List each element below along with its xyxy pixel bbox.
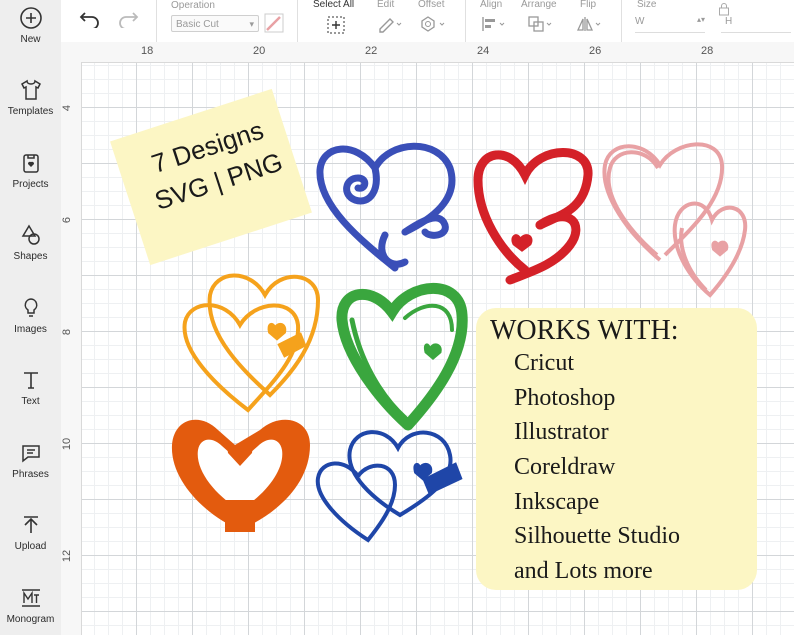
- works-with-item: Coreldraw: [514, 454, 616, 480]
- lock-icon[interactable]: [718, 2, 730, 16]
- works-with-item: and Lots more: [514, 558, 653, 584]
- works-with-item: Inkscape: [514, 489, 600, 515]
- undo-icon[interactable]: [79, 10, 101, 28]
- projects-icon: [22, 154, 39, 173]
- sidebar-item-label: Images: [14, 324, 47, 335]
- sidebar-item-label: Shapes: [13, 251, 48, 262]
- sidebar-item-shapes[interactable]: Shapes: [0, 217, 61, 281]
- sidebar-item-label: Text: [21, 396, 40, 407]
- sidebar-item-label: Monogram: [6, 614, 55, 625]
- align-icon[interactable]: [480, 15, 508, 33]
- sidebar-item-phrases[interactable]: Phrases: [0, 435, 61, 499]
- works-with-title: WORKS WITH:: [490, 315, 679, 346]
- redo-icon[interactable]: [117, 10, 139, 28]
- works-with-item: Illustrator: [514, 419, 609, 445]
- toolbar-divider: [297, 0, 298, 42]
- shirt-icon: [20, 79, 41, 100]
- flip-icon[interactable]: [575, 15, 603, 33]
- ruler-tick-label: 22: [365, 45, 378, 57]
- toolbar-divider: [621, 0, 622, 42]
- ruler-tick-label: 8: [61, 328, 74, 336]
- edit-label: Edit: [377, 0, 395, 10]
- ruler-tick-label: 26: [589, 45, 602, 57]
- sidebar-item-projects[interactable]: Projects: [0, 145, 61, 209]
- works-with-item: Photoshop: [514, 385, 616, 411]
- sidebar-item-new[interactable]: New: [0, 0, 61, 64]
- speech-bubble-icon: [21, 445, 40, 463]
- ruler-top: 18 20 22 24 26 28: [61, 42, 794, 63]
- sidebar-item-label: New: [20, 34, 41, 45]
- offset-label: Offset: [418, 0, 445, 10]
- sidebar-item-text[interactable]: Text: [0, 362, 61, 426]
- arrange-icon[interactable]: [527, 15, 555, 33]
- works-with-item: Silhouette Studio: [514, 523, 681, 549]
- offset-icon[interactable]: [419, 15, 447, 33]
- ruler-tick-label: 20: [253, 45, 266, 57]
- toolbar-divider: [156, 0, 157, 42]
- sidebar-item-label: Upload: [14, 541, 47, 552]
- ruler-left: 4 6 8 10 12: [61, 62, 82, 635]
- top-toolbar: Operation Basic Cut ▾ Select All Edit Of…: [61, 0, 794, 43]
- plus-circle-icon: [19, 7, 42, 29]
- ruler-tick-label: 12: [61, 549, 74, 563]
- width-field[interactable]: W ▴▾: [635, 15, 705, 33]
- flip-label: Flip: [580, 0, 597, 10]
- ruler-tick-label: 24: [477, 45, 490, 57]
- sidebar-item-monogram[interactable]: Monogram: [0, 580, 61, 644]
- stepper-icon[interactable]: ▴▾: [697, 15, 705, 24]
- lightbulb-icon: [24, 298, 37, 317]
- arrange-label: Arrange: [521, 0, 557, 10]
- height-field[interactable]: H: [721, 16, 791, 33]
- ruler-tick-label: 18: [141, 45, 154, 57]
- sidebar-item-upload[interactable]: Upload: [0, 507, 61, 571]
- height-label: H: [725, 16, 733, 27]
- ruler-tick-label: 4: [61, 104, 74, 112]
- pen-color-icon[interactable]: [264, 13, 284, 33]
- operation-label: Operation: [171, 0, 215, 11]
- chevron-down-icon: ▾: [249, 19, 254, 29]
- operation-select[interactable]: Basic Cut ▾: [171, 15, 259, 32]
- sidebar-item-label: Phrases: [12, 469, 49, 480]
- width-label: W: [635, 16, 645, 27]
- select-all-icon[interactable]: [326, 15, 346, 35]
- left-sidebar: New Templates Projects Shapes Images Tex…: [0, 0, 62, 635]
- works-with-item: Cricut: [514, 350, 574, 376]
- ruler-tick-label: 10: [61, 437, 74, 451]
- size-label: Size: [637, 0, 657, 10]
- monogram-icon: [21, 589, 40, 607]
- ruler-tick-label: 28: [701, 45, 714, 57]
- sidebar-item-images[interactable]: Images: [0, 290, 61, 354]
- text-icon: [23, 372, 38, 389]
- sidebar-item-templates[interactable]: Templates: [0, 72, 61, 136]
- operation-value: Basic Cut: [176, 19, 219, 30]
- sidebar-item-label: Projects: [12, 179, 49, 190]
- shapes-icon: [21, 224, 40, 245]
- ruler-tick-label: 6: [61, 216, 74, 224]
- upload-icon: [23, 516, 38, 533]
- edit-icon[interactable]: [377, 15, 403, 33]
- align-label: Align: [480, 0, 503, 10]
- select-all-label: Select All: [313, 0, 355, 10]
- toolbar-divider: [465, 0, 466, 42]
- sidebar-item-label: Templates: [7, 106, 54, 117]
